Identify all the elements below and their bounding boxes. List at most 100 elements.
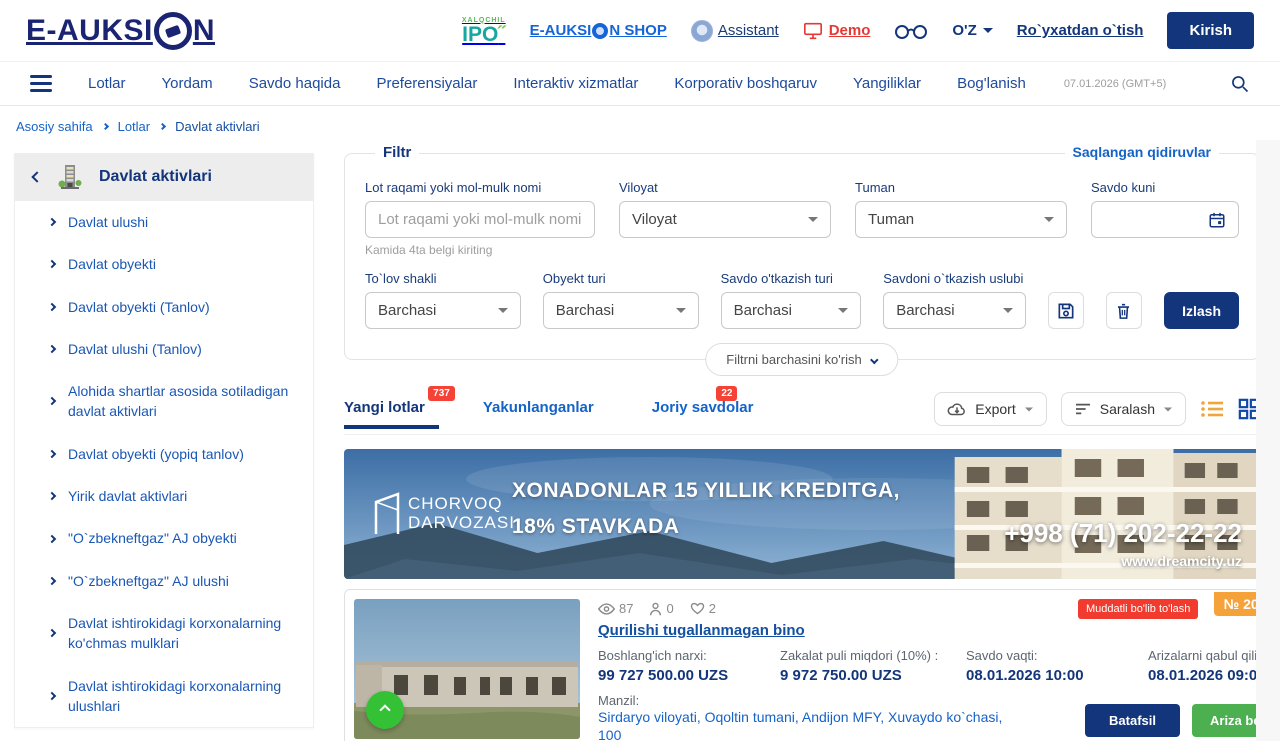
nav-item-interaktiv-xizmatlar[interactable]: Interaktiv xizmatlar [513,75,638,92]
likes-stat[interactable]: 2 [690,601,716,616]
chevron-right-icon [159,123,166,130]
nav-item-savdo-haqida[interactable]: Savdo haqida [249,75,341,92]
tolov-select[interactable]: Barchasi [365,292,521,329]
lot-search-input[interactable] [378,211,582,228]
demo-link[interactable]: Demo [803,22,871,40]
sidebar-item-davlat-obyekti-tanlov[interactable]: Davlat obyekti (Tanlov) [15,286,313,328]
show-all-filters-button[interactable]: Filtrni barchasini ko'rish [705,343,898,376]
viloyat-select[interactable]: Viloyat [619,201,831,238]
field-label: Savdo vaqti: [966,648,1134,663]
lot-title-link[interactable]: Qurilishi tugallanmagan bino [598,622,805,639]
ipo-label: IPO [462,23,498,46]
trash-icon [1114,301,1133,321]
tab-label: Joriy savdolar [652,399,754,416]
nav-item-yordam[interactable]: Yordam [162,75,213,92]
gavel-emblem-icon [154,12,192,50]
language-switcher[interactable]: O'Z [952,22,992,39]
sidebar-item-alohida-shartlar[interactable]: Alohida shartlar asosida sotiladigan dav… [15,370,313,433]
accessibility-glasses-icon[interactable] [894,22,928,40]
back-chevron-icon[interactable] [31,171,42,182]
sidebar-item-korxona-kochmas-mulklari[interactable]: Davlat ishtirokidagi korxonalarning ko'c… [15,602,313,665]
breadcrumb-home[interactable]: Asosiy sahifa [16,119,93,134]
search-submit-button[interactable]: Izlash [1164,292,1239,329]
e-auksion-shop-link[interactable]: E-AUKSI N SHOP [530,22,667,39]
chevron-down-icon [838,308,848,313]
scroll-to-top-button[interactable] [366,691,404,729]
demo-label: Demo [829,22,871,39]
banner-subline: 18% STAVKADA [512,515,679,539]
sidebar-item-yirik-davlat-aktivlari[interactable]: Yirik davlat aktivlari [15,475,313,517]
assistant-label: Assistant [718,22,779,39]
details-button[interactable]: Batafsil [1085,704,1180,737]
tab-yangi-lotlar[interactable]: Yangi lotlar 737 [344,399,425,428]
sidebar-item-label: Alohida shartlar asosida sotiladigan dav… [68,381,297,422]
tab-joriy-savdolar[interactable]: Joriy savdolar 22 [652,399,754,428]
breadcrumb-lotlar[interactable]: Lotlar [118,119,151,134]
nav-item-preferensiyalar[interactable]: Preferensiyalar [376,75,477,92]
sidebar-item-label: Davlat ulushi (Tanlov) [68,339,202,359]
lot-search-label: Lot raqami yoki mol-mulk nomi [365,180,595,195]
ipo-logo[interactable]: XALQCHIL IPO˝ [462,17,506,45]
chevron-right-icon [48,397,56,405]
clear-filter-button[interactable] [1106,292,1142,329]
savdo-kuni-date-input[interactable] [1091,201,1239,238]
chevron-down-icon [498,308,508,313]
chevron-down-icon [1044,217,1054,222]
list-view-icon[interactable] [1200,399,1224,419]
sidebar-header[interactable]: Davlat aktivlari [15,153,313,201]
obyekt-turi-select[interactable]: Barchasi [543,292,699,329]
export-button[interactable]: Export [934,392,1046,426]
sort-button[interactable]: Saralash [1061,392,1186,426]
sidebar-item-uzbekneftgaz-obyekti[interactable]: "O`zbekneftgaz" AJ obyekti [15,517,313,559]
sort-label: Saralash [1100,401,1155,417]
start-price-field: Boshlang'ich narxi: 99 727 500.00 UZS [598,648,766,684]
login-button[interactable]: Kirish [1167,12,1254,49]
likes-count: 2 [709,601,716,616]
nav-item-yangiliklar[interactable]: Yangiliklar [853,75,921,92]
tab-count-badge: 22 [716,386,737,401]
menu-hamburger-icon[interactable] [30,75,52,92]
sidebar-item-label: Davlat obyekti [68,254,156,274]
sidebar-item-korxona-ulushlari[interactable]: Davlat ishtirokidagi korxonalarning ulus… [15,665,313,728]
banner-logo: CHORVOQ DARVOZASI [372,492,515,536]
uslub-value: Barchasi [896,302,954,319]
nav-item-lotlar[interactable]: Lotlar [88,75,126,92]
chevron-up-icon [379,704,390,715]
banner-website: www.dreamcity.uz [1121,553,1242,569]
uslub-select[interactable]: Barchasi [883,292,1026,329]
chevron-down-icon [1164,407,1172,411]
tolov-label: To`lov shakli [365,271,521,286]
chevron-down-icon [808,217,818,222]
chevron-right-icon [48,629,56,637]
sidebar-title: Davlat aktivlari [99,168,212,186]
sidebar-item-davlat-ulushi-tanlov[interactable]: Davlat ulushi (Tanlov) [15,328,313,370]
lot-photo[interactable] [354,599,580,739]
sidebar-item-davlat-ulushi[interactable]: Davlat ulushi [15,201,313,243]
sidebar-item-yopiq-tanlov[interactable]: Davlat obyekti (yopiq tanlov) [15,433,313,475]
register-link[interactable]: Ro`yxatdan o`tish [1017,22,1144,39]
obyekt-value: Barchasi [556,302,614,319]
savdo-kuni-label: Savdo kuni [1091,180,1239,195]
tolov-value: Barchasi [378,302,436,319]
sidebar-item-davlat-obyekti[interactable]: Davlat obyekti [15,243,313,285]
lot-card-body: 87 0 2 [598,599,1280,739]
shop-label-right: N SHOP [609,22,667,39]
nav-item-korporativ-boshqaruv[interactable]: Korporativ boshqaruv [674,75,817,92]
e-auksion-logo[interactable]: E-AUKSIN [26,12,215,50]
sidebar-item-uzbekneftgaz-ulushi[interactable]: "O`zbekneftgaz" AJ ulushi [15,560,313,602]
chevron-down-icon [1003,308,1013,313]
savdo-turi-select[interactable]: Barchasi [721,292,862,329]
field-label: Zakalat puli miqdori (10%) : [780,648,952,663]
save-filter-button[interactable] [1048,292,1084,329]
saved-searches-link[interactable]: Saqlangan qidiruvlar [1065,144,1219,160]
search-icon[interactable] [1230,74,1250,94]
list-toolbar: Export Saralash [934,392,1260,434]
assistant-link[interactable]: Assistant [691,20,779,42]
shop-label-left: E-AUKSI [530,22,592,39]
lot-fields: Boshlang'ich narxi: 99 727 500.00 UZS Za… [598,648,1280,684]
nav-item-boglanish[interactable]: Bog'lanish [957,75,1026,92]
tuman-select[interactable]: Tuman [855,201,1067,238]
sidebar-item-label: "O`zbekneftgaz" AJ ulushi [68,571,229,591]
tab-yakunlanganlar[interactable]: Yakunlanganlar [483,399,594,428]
ad-banner[interactable]: CHORVOQ DARVOZASI XONADONLAR 15 YILLIK K… [344,449,1260,579]
